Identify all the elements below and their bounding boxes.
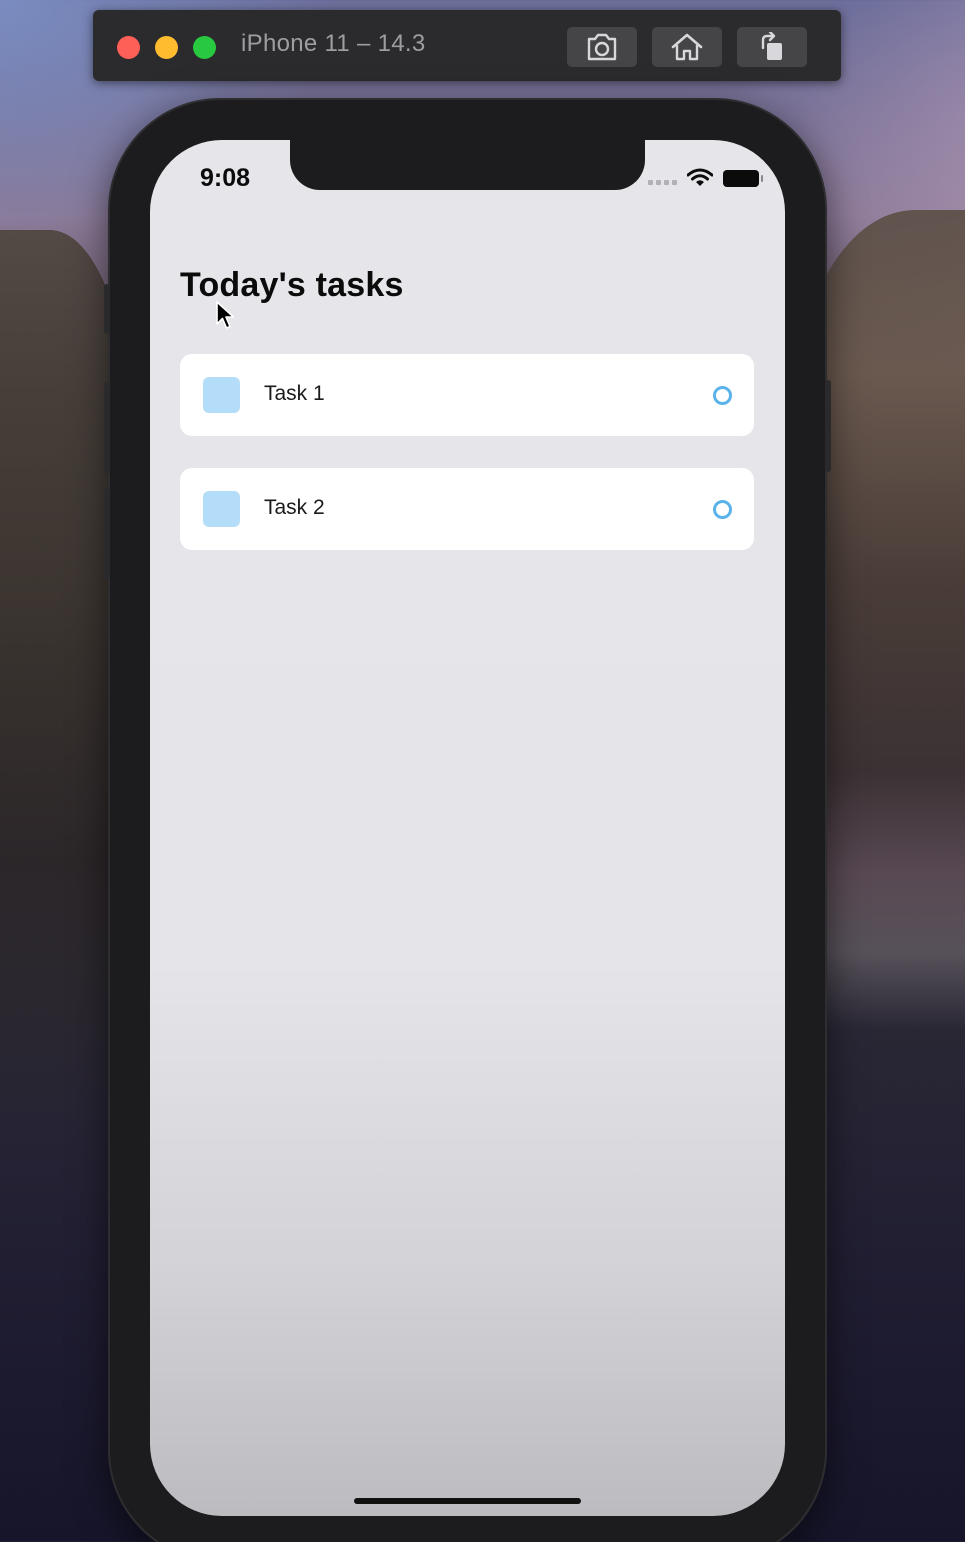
- zoom-window-button[interactable]: [193, 36, 216, 59]
- notch: [290, 140, 645, 190]
- mouse-cursor-icon: [216, 301, 235, 329]
- home-icon: [671, 33, 703, 61]
- task-complete-toggle[interactable]: [713, 386, 732, 405]
- status-time: 9:08: [200, 164, 251, 192]
- desktop-wallpaper-sea: [825, 770, 965, 1030]
- task-item[interactable]: Task 1: [180, 354, 754, 436]
- task-label: Task 2: [264, 496, 325, 519]
- task-list: Task 1 Task 2: [180, 354, 754, 582]
- close-window-button[interactable]: [117, 36, 140, 59]
- simulator-window-title: iPhone 11 – 14.3: [241, 30, 426, 57]
- task-label: Task 1: [264, 382, 325, 405]
- volume-up-button: [104, 382, 110, 474]
- page-title: Today's tasks: [180, 266, 404, 304]
- battery-icon: [723, 169, 763, 187]
- home-button[interactable]: [652, 27, 722, 67]
- screenshot-button[interactable]: [567, 27, 637, 67]
- signal-icon: [648, 179, 677, 185]
- task-complete-toggle[interactable]: [713, 500, 732, 519]
- volume-down-button: [104, 488, 110, 580]
- wifi-icon: [687, 168, 713, 186]
- task-square-icon: [203, 491, 240, 527]
- screenshot-icon: [587, 33, 617, 61]
- home-indicator[interactable]: [354, 1498, 581, 1504]
- mute-switch: [104, 284, 110, 334]
- task-square-icon: [203, 377, 240, 413]
- power-button: [825, 380, 831, 472]
- rotate-button[interactable]: [737, 27, 807, 67]
- minimize-window-button[interactable]: [155, 36, 178, 59]
- rotate-icon: [761, 32, 782, 60]
- status-icons: [648, 168, 763, 188]
- task-item[interactable]: Task 2: [180, 468, 754, 550]
- device-screen: 9:08 Today's tasks Task 1 Task 2: [150, 140, 785, 1516]
